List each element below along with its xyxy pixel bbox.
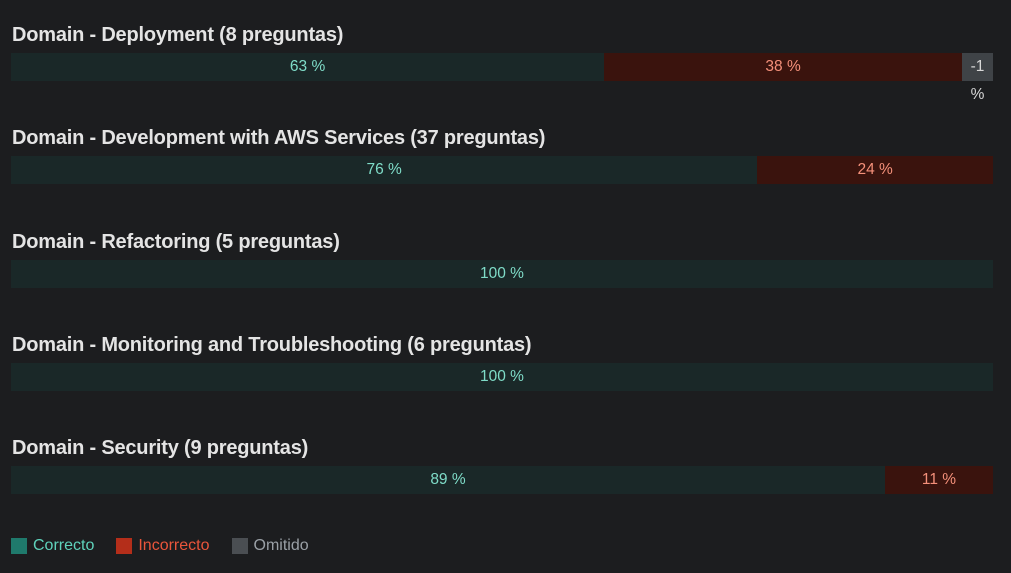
correct-segment: 100 % — [11, 260, 993, 288]
incorrect-segment: 24 % — [757, 156, 993, 184]
legend-item: Correcto — [11, 537, 94, 555]
legend-swatch — [116, 538, 133, 554]
domain-bar: 100 % — [11, 260, 993, 288]
domain-title: Domain - Development with AWS Services (… — [12, 127, 546, 149]
correct-segment: 76 % — [11, 156, 758, 184]
omitted-value-label: -1 — [970, 58, 985, 75]
correct-segment: 100 % — [11, 363, 993, 391]
domain-bar: 76 % 24 % — [11, 156, 993, 184]
domain-title: Domain - Refactoring (5 preguntas) — [12, 231, 340, 253]
omitted-unit-label: % — [970, 86, 985, 103]
domain-bar: 89 % 11 % — [11, 466, 993, 494]
domain-bar: 100 % — [11, 363, 993, 391]
legend-item: Incorrecto — [116, 537, 210, 555]
omitted-segment: -1% — [961, 53, 993, 103]
legend-swatch — [231, 538, 248, 554]
legend-label: Correcto — [33, 537, 95, 554]
domain-results-chart: Domain - Deployment (8 preguntas) 63 % 38 … — [11, 0, 993, 573]
legend-item: Omitido — [231, 537, 309, 555]
incorrect-segment: 38 % — [604, 53, 962, 81]
correct-segment: 89 % — [11, 466, 885, 494]
legend-swatch — [11, 538, 27, 554]
domain-title: Domain - Monitoring and Troubleshooting … — [12, 334, 532, 356]
domain-title: Domain - Deployment (8 preguntas) — [12, 24, 344, 46]
chart-legend: Correcto Incorrecto Omitido — [11, 535, 331, 557]
domain-title: Domain - Security (9 preguntas) — [12, 437, 309, 459]
legend-label: Incorrecto — [138, 537, 210, 554]
incorrect-segment: 11 % — [884, 466, 993, 494]
domain-bar: 63 % 38 % -1% — [11, 53, 993, 103]
legend-label: Omitido — [253, 537, 309, 554]
correct-segment: 63 % — [11, 53, 605, 81]
